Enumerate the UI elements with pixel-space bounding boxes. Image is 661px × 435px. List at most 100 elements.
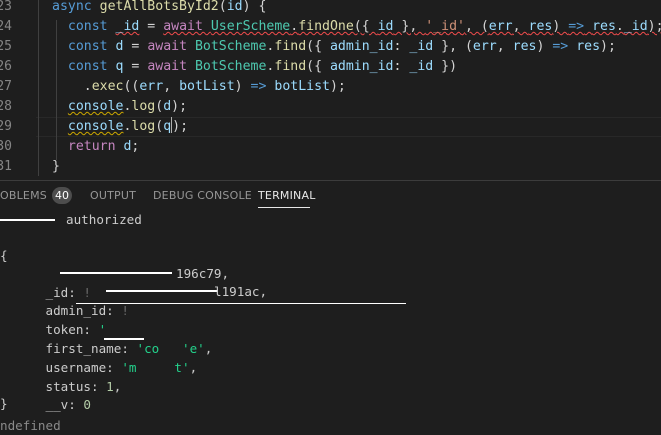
code-token: ; [131, 139, 140, 154]
code-token: res [512, 39, 537, 54]
code-token: (( [123, 79, 140, 94]
redaction-bar [104, 338, 144, 340]
code-line[interactable]: } [52, 157, 60, 176]
panel-tab-bar: OBLEMS 40 OUTPUT DEBUG CONSOLE TERMINAL [0, 180, 661, 211]
problems-count-badge: 40 [52, 187, 72, 204]
object-value: 0 [83, 397, 92, 412]
code-token: ); [171, 99, 188, 114]
code-token: const [52, 59, 116, 74]
code-token: }, [393, 19, 426, 34]
code-token: }) [433, 59, 458, 74]
code-line[interactable]: const _id = await UserScheme.findOne({ i… [52, 17, 661, 37]
code-token: const [52, 19, 116, 34]
code-token: ); [172, 119, 189, 134]
terminal-line: } [0, 396, 8, 411]
line-number: 25 [0, 39, 12, 54]
line-number: 31 [0, 159, 12, 174]
code-token: ) [536, 39, 553, 54]
tab-terminal[interactable]: TERMINAL [258, 189, 316, 202]
code-token: err [488, 19, 513, 34]
code-token: BotScheme [194, 59, 267, 74]
indent-guide [38, 0, 39, 176]
code-editor[interactable]: 23 24 25 26 27 28 29 30 31 async getAllBotsById2… [0, 0, 661, 176]
terminal-line: authorized [66, 212, 142, 227]
code-token: admin_id [329, 59, 394, 74]
code-token: ) [552, 19, 569, 34]
tab-output[interactable]: OUTPUT [90, 189, 136, 202]
code-token: admin_id [329, 39, 394, 54]
code-token: ) { [242, 0, 267, 14]
redaction-bar [106, 290, 218, 292]
code-token: err [472, 39, 497, 54]
redaction-bar [0, 219, 55, 221]
code-token: => [568, 19, 585, 34]
tab-problems[interactable]: OBLEMS [0, 189, 47, 202]
terminal-line: ndefined [0, 418, 61, 433]
code-token: ({ [306, 39, 330, 54]
code-token: console [67, 99, 124, 114]
line-number-gutter: 23 24 25 26 27 28 29 30 31 [0, 0, 14, 176]
code-token: res [528, 19, 553, 34]
code-line[interactable]: const d = await BotScheme.find({ admin_i… [52, 37, 616, 57]
code-token: id [377, 19, 394, 34]
code-token: res [576, 39, 601, 54]
code-token: }, ( [433, 39, 473, 54]
code-token: const [52, 39, 116, 54]
redaction-bar [60, 272, 172, 274]
object-key: __v: [30, 397, 84, 412]
code-token: : [393, 59, 410, 74]
code-token: err [139, 79, 164, 94]
line-number: 29 [0, 119, 12, 134]
active-tab-indicator [258, 207, 310, 208]
code-token: _id [409, 59, 434, 74]
code-token: return [52, 139, 124, 154]
code-token: find [274, 39, 307, 54]
code-token: id [226, 0, 243, 14]
code-token: q [163, 119, 172, 134]
code-token: ( [155, 99, 164, 114]
code-line[interactable]: return d; [52, 137, 140, 157]
code-token: findOne [298, 19, 354, 34]
code-token: res [592, 19, 616, 34]
code-token: = [123, 39, 148, 54]
code-token: await [147, 39, 195, 54]
code-line[interactable]: const q = await BotScheme.find({ admin_i… [52, 57, 457, 77]
object-value: l191ac, [214, 284, 268, 299]
code-line[interactable]: console.log(q); [52, 117, 188, 137]
code-token: async [52, 0, 100, 14]
code-token: _id [623, 19, 648, 34]
code-token: console [67, 119, 124, 134]
line-number: 28 [0, 99, 12, 114]
code-token: ( [155, 119, 164, 134]
object-value: 196c79, [176, 266, 230, 281]
code-token: log [131, 99, 156, 114]
line-number: 30 [0, 139, 12, 154]
code-line[interactable]: async getAllBotsById2(id) { [52, 0, 266, 17]
code-line[interactable]: console.log(d); [52, 97, 187, 117]
terminal-panel[interactable]: authorized { _id: ! 196c79, admin_id: ! … [0, 210, 661, 434]
code-token: , ( [464, 19, 489, 34]
code-token: _id [409, 39, 434, 54]
code-token: } [52, 159, 60, 174]
code-token: , [163, 79, 180, 94]
terminal-line: { [0, 248, 8, 263]
code-token: : [393, 39, 410, 54]
code-token: . [290, 19, 299, 34]
code-token: find [274, 59, 307, 74]
code-token: await [147, 59, 195, 74]
code-token: log [131, 119, 156, 134]
code-token: BotScheme [194, 39, 267, 54]
tab-debug-console[interactable]: DEBUG CONSOLE [153, 189, 252, 202]
code-token: ); [647, 19, 661, 34]
code-token: ); [600, 39, 616, 54]
code-line[interactable]: .exec((err, botList) => botList); [52, 77, 346, 97]
object-value: ! [121, 303, 129, 318]
code-token: '_id' [425, 19, 465, 34]
code-token: d [163, 99, 172, 114]
code-token: botList [274, 79, 330, 94]
code-token: ({ [353, 19, 378, 34]
